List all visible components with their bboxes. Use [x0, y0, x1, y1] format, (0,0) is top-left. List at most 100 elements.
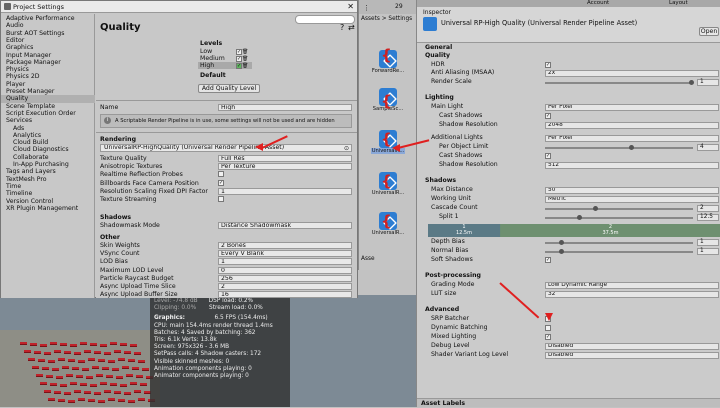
- settings-nav-item[interactable]: Player: [1, 81, 95, 88]
- rendering-row-checkbox[interactable]: [218, 171, 224, 178]
- split1-handle[interactable]: [577, 215, 582, 220]
- normal-bias-field[interactable]: 1: [697, 248, 719, 255]
- per-object-limit-handle[interactable]: [629, 145, 634, 150]
- section-quality[interactable]: Quality: [417, 52, 720, 61]
- cast-shadows-checkbox[interactable]: ✓: [545, 113, 551, 119]
- settings-nav-item[interactable]: Ads: [1, 125, 95, 132]
- cascade-segment-2[interactable]: 2 37.5m: [501, 224, 720, 237]
- per-object-limit-field[interactable]: 4: [697, 144, 719, 151]
- shadow-res-dropdown[interactable]: 2048: [545, 122, 719, 129]
- render-scale-slider[interactable]: [545, 82, 693, 84]
- section-advanced[interactable]: Advanced: [417, 306, 720, 315]
- lut-size-field[interactable]: 32: [545, 291, 719, 298]
- close-icon[interactable]: ✕: [347, 2, 354, 11]
- rendering-row-value[interactable]: Full Res: [218, 155, 352, 162]
- layout-dropdown[interactable]: Layout: [669, 0, 688, 6]
- settings-nav-item[interactable]: XR Plugin Management: [1, 205, 95, 212]
- split1-slider[interactable]: [545, 217, 693, 219]
- settings-nav-item[interactable]: Input Manager: [1, 52, 95, 59]
- normal-bias-handle[interactable]: [559, 249, 564, 254]
- normal-bias-slider[interactable]: [545, 251, 693, 253]
- delete-icon[interactable]: 🗑: [242, 49, 248, 55]
- add-cast-shadows-checkbox[interactable]: ✓: [545, 153, 551, 159]
- name-field[interactable]: High: [218, 104, 352, 111]
- settings-nav-item[interactable]: Editor: [1, 37, 95, 44]
- other-row-value[interactable]: Every V Blank: [218, 250, 352, 258]
- settings-nav-item[interactable]: Audio: [1, 22, 95, 29]
- settings-nav-item[interactable]: Burst AOT Settings: [1, 30, 95, 37]
- project-settings-titlebar[interactable]: Project Settings ✕: [1, 1, 357, 13]
- settings-nav-item[interactable]: Collaborate: [1, 154, 95, 161]
- settings-nav-item[interactable]: Preset Manager: [1, 88, 95, 95]
- depth-bias-handle[interactable]: [559, 240, 564, 245]
- settings-nav-item[interactable]: Scene Template: [1, 103, 95, 110]
- debug-level-dropdown[interactable]: Disabled: [545, 343, 719, 350]
- shader-variant-dropdown[interactable]: Disabled: [545, 352, 719, 359]
- add-shadow-res-dropdown[interactable]: 512: [545, 162, 719, 169]
- other-row-value[interactable]: 0: [218, 266, 352, 274]
- split1-field[interactable]: 12.5: [697, 214, 719, 221]
- depth-bias-slider[interactable]: [545, 242, 693, 244]
- rendering-row-value[interactable]: 1: [218, 187, 352, 195]
- object-picker-icon[interactable]: ⊙: [344, 145, 349, 152]
- render-scale-field[interactable]: 1: [697, 79, 719, 86]
- shadowmask-dropdown[interactable]: Distance Shadowmask: [218, 222, 352, 229]
- breadcrumb[interactable]: Assets > Settings: [361, 16, 412, 22]
- settings-nav-item[interactable]: Graphics: [1, 44, 95, 51]
- aa-dropdown[interactable]: 2x: [545, 70, 719, 77]
- settings-nav-item[interactable]: Cloud Diagnostics: [1, 146, 95, 153]
- cascade-count-field[interactable]: 2: [697, 205, 719, 212]
- settings-nav-item[interactable]: Version Control: [1, 198, 95, 205]
- other-row-value[interactable]: 16: [218, 291, 352, 298]
- cascade-split-bar[interactable]: 1 12.5m 2 37.5m: [428, 224, 720, 237]
- section-post-processing[interactable]: Post-processing: [417, 272, 720, 281]
- cascade-count-slider[interactable]: [545, 208, 693, 210]
- lock-icon[interactable]: ⋮: [363, 4, 370, 12]
- main-light-dropdown[interactable]: Per Pixel: [545, 104, 719, 111]
- asset-labels-bar[interactable]: Asset Labels: [417, 398, 720, 407]
- settings-nav-item[interactable]: In-App Purchasing: [1, 161, 95, 168]
- section-lighting[interactable]: Lighting: [417, 94, 720, 103]
- dynamic-batching-checkbox[interactable]: [545, 325, 551, 331]
- mixed-lighting-checkbox[interactable]: ✓: [545, 334, 551, 340]
- per-object-limit-slider[interactable]: [545, 147, 693, 149]
- settings-nav-item[interactable]: Analytics: [1, 132, 95, 139]
- settings-nav-item[interactable]: Services: [1, 117, 95, 124]
- other-row-value[interactable]: 2: [218, 283, 352, 290]
- settings-nav-item[interactable]: Timeline: [1, 190, 95, 197]
- account-dropdown[interactable]: Account: [587, 0, 609, 6]
- search-input[interactable]: [295, 15, 355, 24]
- settings-nav-item[interactable]: Cloud Build: [1, 139, 95, 146]
- delete-icon[interactable]: 🗑: [242, 63, 248, 69]
- settings-nav-item[interactable]: Quality: [1, 95, 95, 103]
- render-pipeline-asset-field[interactable]: UniversalRP-HighQuality (Universal Rende…: [100, 144, 352, 152]
- inspector-tab[interactable]: Inspector: [423, 9, 451, 16]
- settings-nav-item[interactable]: Tags and Layers: [1, 168, 95, 175]
- other-row-value[interactable]: 2 Bones: [218, 242, 352, 249]
- working-unit-dropdown[interactable]: Metric: [545, 196, 719, 203]
- settings-nav-item[interactable]: Adaptive Performance: [1, 15, 95, 22]
- help-icon[interactable]: ?: [340, 23, 344, 32]
- preset-icon[interactable]: ⇄: [348, 23, 355, 32]
- additional-lights-dropdown[interactable]: Per Pixel: [545, 135, 719, 142]
- other-row-value[interactable]: 256: [218, 274, 352, 282]
- delete-icon[interactable]: 🗑: [242, 56, 248, 62]
- section-shadows[interactable]: Shadows: [417, 177, 720, 186]
- max-distance-field[interactable]: 50: [545, 187, 719, 194]
- grading-mode-dropdown[interactable]: Low Dynamic Range: [545, 282, 719, 289]
- cascade-segment-1[interactable]: 1 12.5m: [428, 224, 500, 237]
- settings-nav-item[interactable]: TextMesh Pro: [1, 176, 95, 183]
- cascade-count-handle[interactable]: [593, 206, 598, 211]
- rendering-row-checkbox[interactable]: ✓: [218, 179, 224, 186]
- soft-shadows-checkbox[interactable]: ✓: [545, 257, 551, 263]
- settings-nav-item[interactable]: Physics 2D: [1, 73, 95, 80]
- open-button[interactable]: Open: [699, 27, 719, 36]
- hdr-checkbox[interactable]: ✓: [545, 62, 551, 68]
- settings-nav-item[interactable]: Script Execution Order: [1, 110, 95, 117]
- settings-nav-item[interactable]: Time: [1, 183, 95, 190]
- rendering-row-value[interactable]: Per Texture: [218, 163, 352, 171]
- render-scale-handle[interactable]: [689, 80, 694, 85]
- settings-nav-item[interactable]: Physics: [1, 66, 95, 73]
- add-quality-level-button[interactable]: Add Quality Level: [198, 84, 260, 93]
- depth-bias-field[interactable]: 1: [697, 239, 719, 246]
